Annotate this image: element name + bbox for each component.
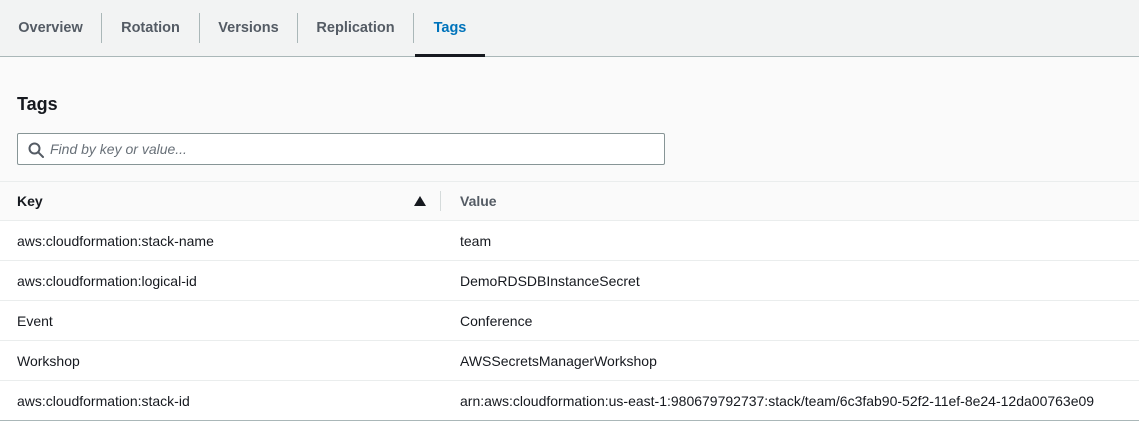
tags-table-body: aws:cloudformation:stack-name team aws:c…	[0, 221, 1139, 421]
tag-value-cell: DemoRDSDBInstanceSecret	[460, 272, 640, 289]
tag-value-cell: Conference	[460, 312, 533, 329]
column-header-key[interactable]: Key	[17, 182, 43, 220]
sort-ascending-icon[interactable]	[414, 196, 426, 206]
table-header: Key Value	[0, 181, 1139, 221]
tab-versions[interactable]: Versions	[200, 0, 297, 56]
tag-key-cell: aws:cloudformation:logical-id	[17, 272, 197, 289]
tab-overview[interactable]: Overview	[0, 0, 101, 56]
tag-value-cell: team	[460, 232, 492, 249]
search-box	[17, 133, 665, 165]
table-row: aws:cloudformation:stack-name team	[0, 221, 1139, 261]
column-header-value: Value	[460, 193, 497, 209]
tag-value-cell: AWSSecretsManagerWorkshop	[460, 352, 657, 369]
table-row: aws:cloudformation:stack-id arn:aws:clou…	[0, 381, 1139, 421]
tag-key-cell: aws:cloudformation:stack-id	[17, 392, 190, 409]
tab-bar: Overview Rotation Versions Replication T…	[0, 0, 1139, 57]
search-input[interactable]	[50, 134, 660, 164]
column-divider[interactable]	[440, 191, 441, 211]
panel-title: Tags	[17, 94, 58, 114]
tab-rotation[interactable]: Rotation	[102, 0, 199, 56]
tag-key-cell: Workshop	[17, 352, 80, 369]
tab-replication[interactable]: Replication	[298, 0, 413, 56]
table-row: Workshop AWSSecretsManagerWorkshop	[0, 341, 1139, 381]
tag-key-cell: Event	[17, 312, 53, 329]
table-row: aws:cloudformation:logical-id DemoRDSDBI…	[0, 261, 1139, 301]
table-row: Event Conference	[0, 301, 1139, 341]
search-icon	[28, 142, 44, 158]
tag-key-cell: aws:cloudformation:stack-name	[17, 232, 214, 249]
tab-tags[interactable]: Tags	[415, 0, 485, 57]
tag-value-cell: arn:aws:cloudformation:us-east-1:9806797…	[460, 392, 1095, 409]
tab-divider	[413, 13, 414, 43]
